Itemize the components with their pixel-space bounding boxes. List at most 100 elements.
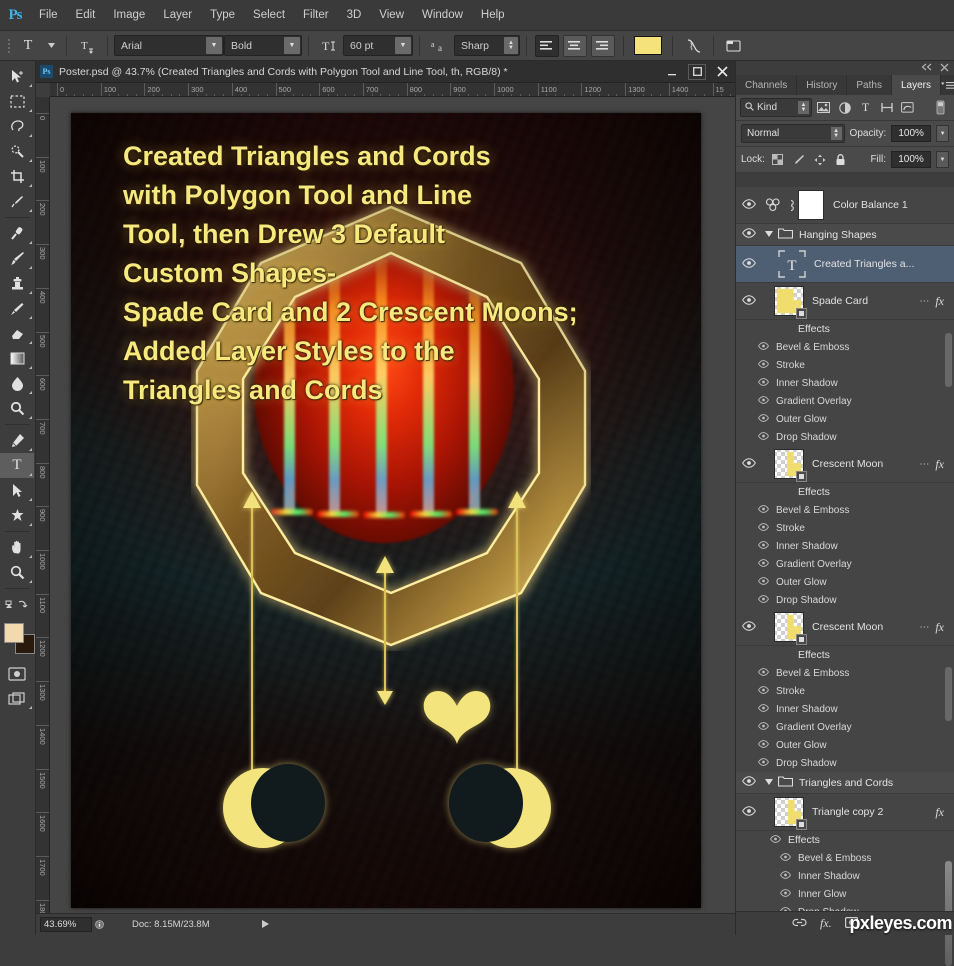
ruler-corner[interactable] — [36, 83, 50, 97]
eye-icon[interactable] — [736, 776, 762, 789]
crop-tool[interactable] — [0, 164, 34, 189]
custom-shape-tool[interactable] — [0, 503, 34, 528]
layer-fx-icon[interactable]: fx — [935, 620, 944, 635]
effects-eye-icon[interactable] — [736, 835, 788, 845]
effect-row[interactable]: Inner Shadow — [736, 867, 954, 885]
layer-fx-icon[interactable]: fx — [935, 294, 944, 309]
effect-row[interactable]: Stroke — [736, 356, 954, 374]
effect-row[interactable]: Gradient Overlay — [736, 392, 954, 410]
layer-row[interactable]: T Created Triangles a... — [736, 246, 954, 283]
opacity-field[interactable]: 100% — [891, 125, 932, 142]
foreground-color-swatch[interactable] — [4, 623, 24, 643]
effect-row[interactable]: Drop Shadow — [736, 428, 954, 446]
stepper-icon[interactable]: ▲ ▼ — [830, 127, 842, 140]
filter-type-icon[interactable]: T — [856, 98, 875, 117]
effect-eye-icon[interactable] — [736, 414, 776, 424]
effect-eye-icon[interactable] — [736, 758, 776, 768]
effect-row[interactable]: Drop Shadow — [736, 903, 954, 911]
layer-options-icon[interactable]: ⋯ — [919, 296, 929, 307]
quick-mask-button[interactable] — [0, 661, 34, 686]
effect-row[interactable]: Gradient Overlay — [736, 555, 954, 573]
filter-shape-icon[interactable] — [877, 98, 896, 117]
filter-pixel-icon[interactable] — [814, 98, 833, 117]
maximize-button[interactable] — [688, 63, 706, 80]
status-expand-arrow-icon[interactable] — [92, 917, 106, 932]
blend-mode-select[interactable]: Normal ▲ ▼ — [741, 124, 845, 143]
menu-item-image[interactable]: Image — [104, 0, 154, 31]
effect-row[interactable]: Inner Shadow — [736, 374, 954, 392]
effect-eye-icon[interactable] — [736, 432, 776, 442]
effect-row[interactable]: Bevel & Emboss — [736, 501, 954, 519]
text-orientation-icon[interactable]: T — [75, 35, 99, 57]
chevron-down-icon[interactable]: ▼ — [206, 37, 222, 54]
effect-eye-icon[interactable] — [736, 853, 798, 863]
effect-row[interactable]: Drop Shadow — [736, 754, 954, 772]
fill-field[interactable]: 100% — [891, 151, 931, 168]
move-tool[interactable] — [0, 64, 34, 89]
eye-icon[interactable] — [736, 457, 762, 471]
menu-item-view[interactable]: View — [370, 0, 413, 31]
effect-eye-icon[interactable] — [736, 668, 776, 678]
document-title-bar[interactable]: Ps Poster.psd @ 43.7% (Created Triangles… — [36, 61, 735, 83]
horizontal-ruler[interactable]: 0 100 200 300 400 500 600 700 800 900 1000 1100 1200… — [36, 83, 735, 97]
layer-scroll-thumb[interactable] — [945, 667, 952, 721]
effect-row[interactable]: Outer Glow — [736, 736, 954, 754]
layer-group-row[interactable]: Hanging Shapes — [736, 224, 954, 246]
effect-eye-icon[interactable] — [736, 595, 776, 605]
hand-tool[interactable] — [0, 535, 34, 560]
layer-fx-icon[interactable]: fx — [935, 805, 944, 820]
layer-options-icon[interactable]: ⋯ — [919, 459, 929, 470]
eraser-tool[interactable] — [0, 321, 34, 346]
menu-item-layer[interactable]: Layer — [154, 0, 201, 31]
history-brush-tool[interactable] — [0, 296, 34, 321]
brush-tool[interactable] — [0, 246, 34, 271]
effect-eye-icon[interactable] — [736, 523, 776, 533]
tab-layers[interactable]: Layers — [891, 75, 941, 95]
eye-icon[interactable] — [736, 620, 762, 634]
type-tool[interactable]: T — [0, 453, 34, 478]
link-icon[interactable] — [784, 199, 798, 212]
chevron-down-icon[interactable]: ▼ — [395, 37, 411, 54]
quick-selection-tool[interactable] — [0, 139, 34, 164]
align-text-right-button[interactable] — [591, 34, 615, 57]
screen-mode-button[interactable] — [0, 686, 34, 711]
align-text-center-button[interactable] — [563, 34, 587, 57]
healing-brush-tool[interactable] — [0, 221, 34, 246]
effect-row[interactable]: Inner Glow — [736, 885, 954, 903]
stepper-icon[interactable]: ▲ ▼ — [504, 37, 518, 54]
eyedropper-tool[interactable] — [0, 189, 34, 214]
minimize-button[interactable] — [659, 61, 685, 83]
font-style-select[interactable]: Bold ▼ — [224, 35, 302, 56]
clone-stamp-tool[interactable] — [0, 271, 34, 296]
layer-row[interactable]: Spade Card ⋯ fx — [736, 283, 954, 320]
menu-item-filter[interactable]: Filter — [294, 0, 338, 31]
tab-paths[interactable]: Paths — [847, 75, 892, 95]
layer-mask-thumbnail[interactable] — [798, 190, 824, 220]
effect-eye-icon[interactable] — [736, 378, 776, 388]
pen-tool[interactable] — [0, 428, 34, 453]
opacity-chevron-icon[interactable]: ▼ — [936, 125, 950, 142]
collapse-panel-icon[interactable] — [921, 63, 932, 73]
close-button[interactable] — [709, 61, 735, 83]
effect-eye-icon[interactable] — [736, 889, 798, 899]
layer-row[interactable]: Crescent Moon ⋯ fx — [736, 609, 954, 646]
eye-icon[interactable] — [736, 294, 762, 308]
effects-header-row[interactable]: Effects — [736, 831, 954, 849]
options-bar-grip[interactable] — [4, 35, 14, 57]
lasso-tool[interactable] — [0, 114, 34, 139]
status-menu-arrow-icon[interactable] — [261, 919, 269, 930]
effect-row[interactable]: Gradient Overlay — [736, 718, 954, 736]
menu-item-3d[interactable]: 3D — [338, 0, 371, 31]
warp-text-icon[interactable]: ⌇ — [681, 35, 705, 57]
add-layer-style-icon[interactable]: fx. — [820, 916, 832, 931]
effect-eye-icon[interactable] — [736, 704, 776, 714]
menu-item-type[interactable]: Type — [201, 0, 244, 31]
effect-eye-icon[interactable] — [736, 871, 798, 881]
effect-eye-icon[interactable] — [736, 577, 776, 587]
effects-header-row[interactable]: Effects — [736, 320, 954, 338]
filter-toggle-icon[interactable] — [931, 98, 950, 117]
anti-alias-select[interactable]: Sharp ▲ ▼ — [454, 35, 520, 56]
layer-thumbnail[interactable] — [774, 449, 807, 482]
effect-eye-icon[interactable] — [736, 541, 776, 551]
path-selection-tool[interactable] — [0, 478, 34, 503]
